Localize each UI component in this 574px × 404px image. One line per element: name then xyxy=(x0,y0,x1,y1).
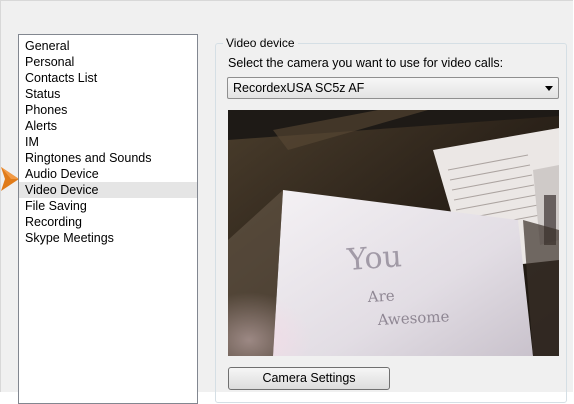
camera-preview-image: You Are Awesome xyxy=(228,110,559,356)
group-title: Video device xyxy=(223,36,298,50)
camera-select-instruction: Select the camera you want to use for vi… xyxy=(228,56,504,70)
options-category-list: General Personal Contacts List Status Ph… xyxy=(18,34,198,404)
camera-preview: You Are Awesome xyxy=(228,110,559,356)
sidebar-item-file-saving[interactable]: File Saving xyxy=(19,198,197,214)
sidebar-item-audio-device[interactable]: Audio Device xyxy=(19,166,197,182)
sidebar-item-status[interactable]: Status xyxy=(19,86,197,102)
sidebar-item-general[interactable]: General xyxy=(19,38,197,54)
camera-select-dropdown[interactable]: RecordexUSA SC5z AF xyxy=(227,77,559,99)
sidebar-item-personal[interactable]: Personal xyxy=(19,54,197,70)
selected-camera-value: RecordexUSA SC5z AF xyxy=(233,81,365,95)
sidebar-item-phones[interactable]: Phones xyxy=(19,102,197,118)
handwriting-line-3: Awesome xyxy=(376,307,450,329)
options-window: General Personal Contacts List Status Ph… xyxy=(0,0,573,404)
chevron-down-icon[interactable] xyxy=(544,83,554,93)
handwriting-line-2: Are xyxy=(366,287,395,306)
camera-settings-button[interactable]: Camera Settings xyxy=(228,367,390,390)
sidebar-item-skype-meetings[interactable]: Skype Meetings xyxy=(19,230,197,246)
handwriting-line-1: You xyxy=(345,239,403,278)
sidebar-item-im[interactable]: IM xyxy=(19,134,197,150)
sidebar-item-video-device[interactable]: Video Device xyxy=(19,182,197,198)
sidebar-item-recording[interactable]: Recording xyxy=(19,214,197,230)
sidebar-item-ringtones-and-sounds[interactable]: Ringtones and Sounds xyxy=(19,150,197,166)
sidebar-item-alerts[interactable]: Alerts xyxy=(19,118,197,134)
sidebar-item-contacts-list[interactable]: Contacts List xyxy=(19,70,197,86)
